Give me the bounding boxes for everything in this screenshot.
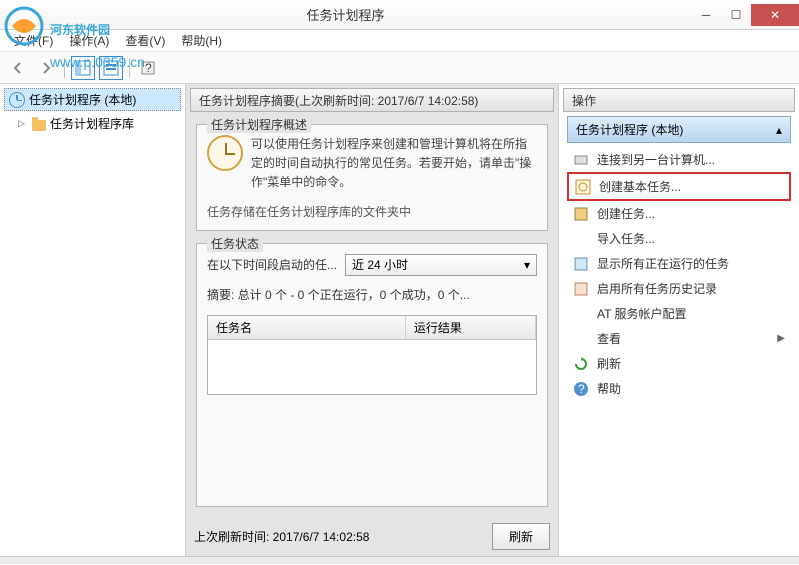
expand-icon[interactable]: ▷	[18, 118, 28, 129]
svg-text:?: ?	[578, 382, 585, 396]
folder-icon	[32, 120, 46, 131]
chevron-right-icon: ▶	[777, 333, 785, 344]
refresh-icon	[573, 356, 589, 372]
actions-pane: 操作 任务计划程序 (本地) ▴ 连接到另一台计算机... 创建基本任务... …	[559, 84, 799, 556]
refresh-row: 上次刷新时间: 2017/6/7 14:02:58 刷新	[186, 517, 558, 556]
import-icon	[573, 231, 589, 247]
tool-console-tree[interactable]	[71, 56, 95, 80]
actions-header-label: 任务计划程序 (本地)	[576, 121, 683, 138]
window-title: 任务计划程序	[0, 5, 691, 24]
action-label: 创建基本任务...	[599, 178, 681, 195]
overview-group: 任务计划程序概述 可以使用任务计划程序来创建和管理计算机将在所指定的时间自动执行…	[196, 124, 548, 231]
running-icon	[573, 256, 589, 272]
tree-child[interactable]: ▷ 任务计划程序库	[4, 113, 181, 134]
maximize-button[interactable]: ☐	[721, 4, 751, 26]
forward-button[interactable]	[34, 56, 58, 80]
action-create-task[interactable]: 创建任务...	[567, 201, 791, 226]
menubar: 文件(F) 操作(A) 查看(V) 帮助(H)	[0, 30, 799, 52]
collapse-icon[interactable]: ▴	[776, 123, 782, 137]
action-label: 刷新	[597, 355, 621, 372]
tree-root-label: 任务计划程序 (本地)	[29, 91, 136, 108]
menu-file[interactable]: 文件(F)	[6, 30, 61, 51]
status-bar	[0, 556, 799, 564]
menu-help[interactable]: 帮助(H)	[173, 30, 230, 51]
task-icon	[573, 206, 589, 222]
menu-view[interactable]: 查看(V)	[117, 30, 173, 51]
action-label: 启用所有任务历史记录	[597, 280, 717, 297]
connect-icon	[573, 152, 589, 168]
tool-properties[interactable]	[99, 56, 123, 80]
action-enable-history[interactable]: 启用所有任务历史记录	[567, 276, 791, 301]
tree-child-label: 任务计划程序库	[50, 115, 134, 132]
toolbar-separator	[129, 58, 130, 78]
last-refresh-label: 上次刷新时间: 2017/6/7 14:02:58	[194, 528, 369, 545]
close-button[interactable]: ✕	[751, 4, 799, 26]
action-label: 导入任务...	[597, 230, 655, 247]
actions-header[interactable]: 任务计划程序 (本地) ▴	[567, 116, 791, 143]
action-help[interactable]: ? 帮助	[567, 376, 791, 401]
action-create-basic-task[interactable]: 创建基本任务...	[567, 172, 791, 201]
help-icon: ?	[573, 381, 589, 397]
col-task-name[interactable]: 任务名	[208, 316, 406, 339]
action-at-config[interactable]: AT 服务帐户配置	[567, 301, 791, 326]
svg-text:?: ?	[145, 61, 152, 75]
menu-action[interactable]: 操作(A)	[61, 30, 117, 51]
action-refresh[interactable]: 刷新	[567, 351, 791, 376]
tree-pane: 任务计划程序 (本地) ▷ 任务计划程序库	[0, 84, 186, 556]
task-table: 任务名 运行结果	[207, 315, 537, 395]
col-result[interactable]: 运行结果	[406, 316, 536, 339]
tool-help[interactable]: ?	[136, 56, 160, 80]
titlebar: 任务计划程序 ─ ☐ ✕	[0, 0, 799, 30]
action-label: 查看	[597, 330, 769, 347]
summary-bar: 任务计划程序摘要(上次刷新时间: 2017/6/7 14:02:58)	[190, 88, 554, 112]
actions-title: 操作	[563, 88, 795, 112]
view-icon	[573, 331, 589, 347]
history-icon	[573, 281, 589, 297]
minimize-button[interactable]: ─	[691, 4, 721, 26]
refresh-button[interactable]: 刷新	[492, 523, 550, 550]
action-connect[interactable]: 连接到另一台计算机...	[567, 147, 791, 172]
action-label: 创建任务...	[597, 205, 655, 222]
status-period-select[interactable]: 近 24 小时 ▾	[345, 254, 537, 276]
action-label: 帮助	[597, 380, 621, 397]
tree-root[interactable]: 任务计划程序 (本地)	[4, 88, 181, 111]
action-import-task[interactable]: 导入任务...	[567, 226, 791, 251]
action-label: AT 服务帐户配置	[597, 305, 687, 322]
overview-text: 可以使用任务计划程序来创建和管理计算机将在所指定的时间自动执行的常见任务。若要开…	[251, 135, 537, 193]
center-pane: 任务计划程序摘要(上次刷新时间: 2017/6/7 14:02:58) 任务计划…	[186, 84, 559, 556]
chevron-down-icon: ▾	[524, 258, 530, 272]
status-summary: 摘要: 总计 0 个 - 0 个正在运行，0 个成功，0 个...	[207, 286, 537, 303]
back-button[interactable]	[6, 56, 30, 80]
status-select-value: 近 24 小时	[352, 256, 408, 273]
clock-icon	[9, 92, 25, 108]
toolbar-separator	[64, 58, 65, 78]
overview-truncated: 任务存储在任务计划程序库的文件夹中	[207, 203, 537, 220]
clock-icon	[207, 135, 243, 171]
action-label: 显示所有正在运行的任务	[597, 255, 729, 272]
action-label: 连接到另一台计算机...	[597, 151, 715, 168]
status-period-label: 在以下时间段启动的任...	[207, 256, 337, 273]
basic-task-icon	[575, 179, 591, 195]
status-legend: 任务状态	[207, 235, 263, 252]
toolbar: ?	[0, 52, 799, 84]
at-icon	[573, 306, 589, 322]
action-view[interactable]: 查看 ▶	[567, 326, 791, 351]
status-group: 任务状态 在以下时间段启动的任... 近 24 小时 ▾ 摘要: 总计 0 个 …	[196, 243, 548, 507]
overview-legend: 任务计划程序概述	[207, 118, 311, 133]
action-show-running[interactable]: 显示所有正在运行的任务	[567, 251, 791, 276]
